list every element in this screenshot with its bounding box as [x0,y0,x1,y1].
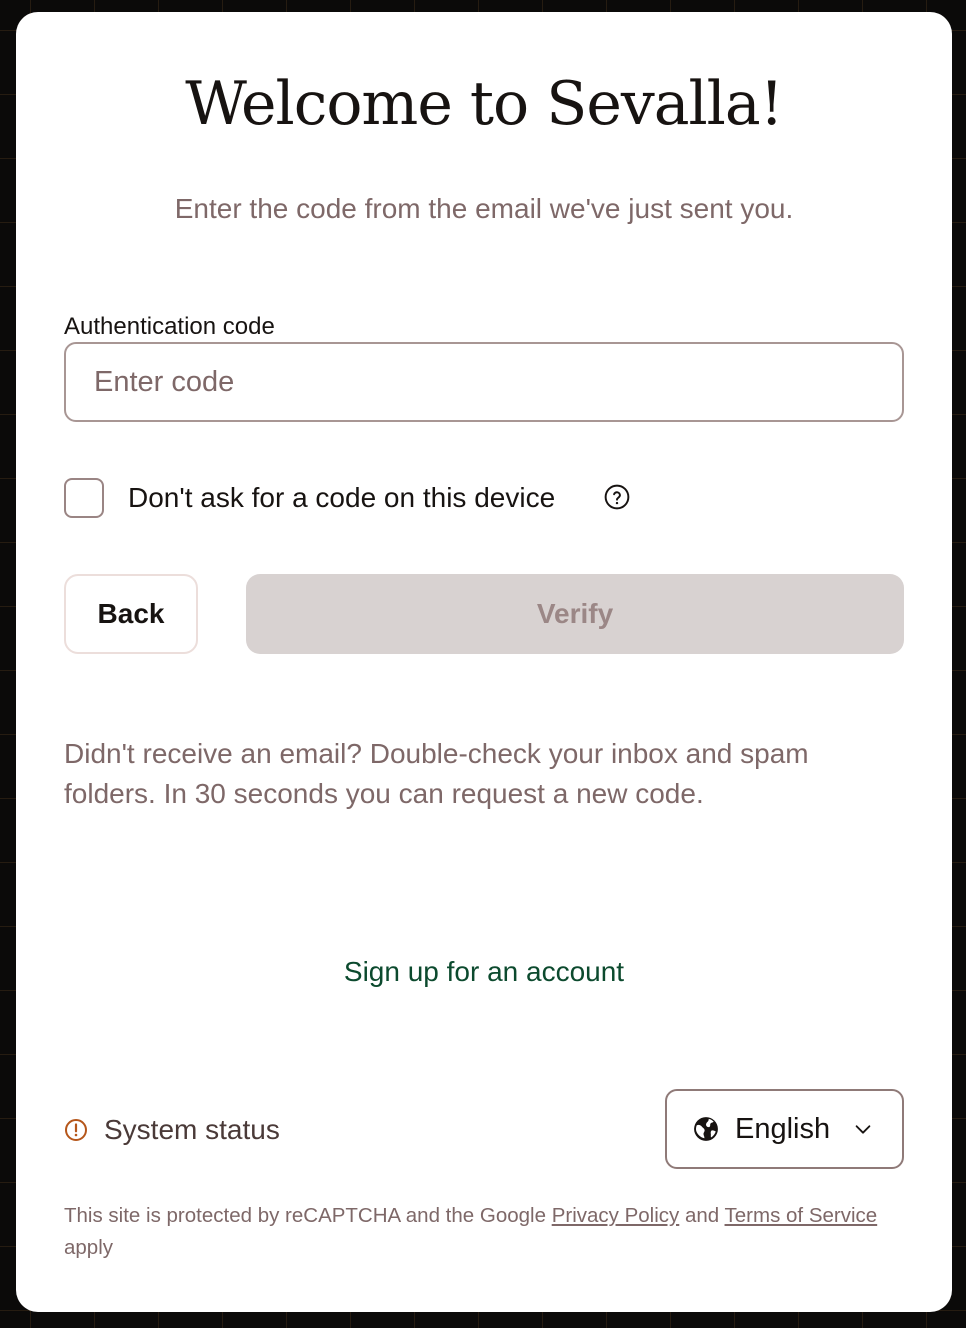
remember-device-label[interactable]: Don't ask for a code on this device [128,480,555,516]
signup-link[interactable]: Sign up for an account [16,954,952,990]
language-label: English [735,1113,831,1145]
resend-help-text: Didn't receive an email? Double-check yo… [64,738,809,809]
verify-button[interactable]: Verify [246,574,904,654]
auth-code-input[interactable] [64,342,904,422]
auth-card: Welcome to Sevalla! Enter the code from … [16,12,952,1312]
terms-of-service-link[interactable]: Terms of Service [725,1204,878,1227]
auth-code-label: Authentication code [64,313,275,340]
system-status-link[interactable]: System status [64,1110,280,1150]
alert-circle-icon [65,1119,87,1141]
system-status-label: System status [104,1114,280,1145]
recaptcha-notice-and: and [684,1204,720,1227]
language-select[interactable]: English [665,1089,904,1169]
back-button[interactable]: Back [64,574,198,654]
recaptcha-notice: This site is protected by reCAPTCHA and … [64,1200,906,1264]
recaptcha-notice-prefix: This site is protected by reCAPTCHA and … [64,1204,546,1227]
question-circle-icon[interactable] [604,484,630,510]
chevron-down-icon [855,1125,871,1134]
remember-device-checkbox[interactable] [64,478,104,518]
privacy-policy-link[interactable]: Privacy Policy [552,1204,680,1227]
globe-icon [694,1117,718,1141]
recaptcha-notice-suffix: apply [64,1236,114,1259]
page-subtitle: Enter the code from the email we've just… [174,193,794,224]
page-title: Welcome to Sevalla! [185,69,784,139]
